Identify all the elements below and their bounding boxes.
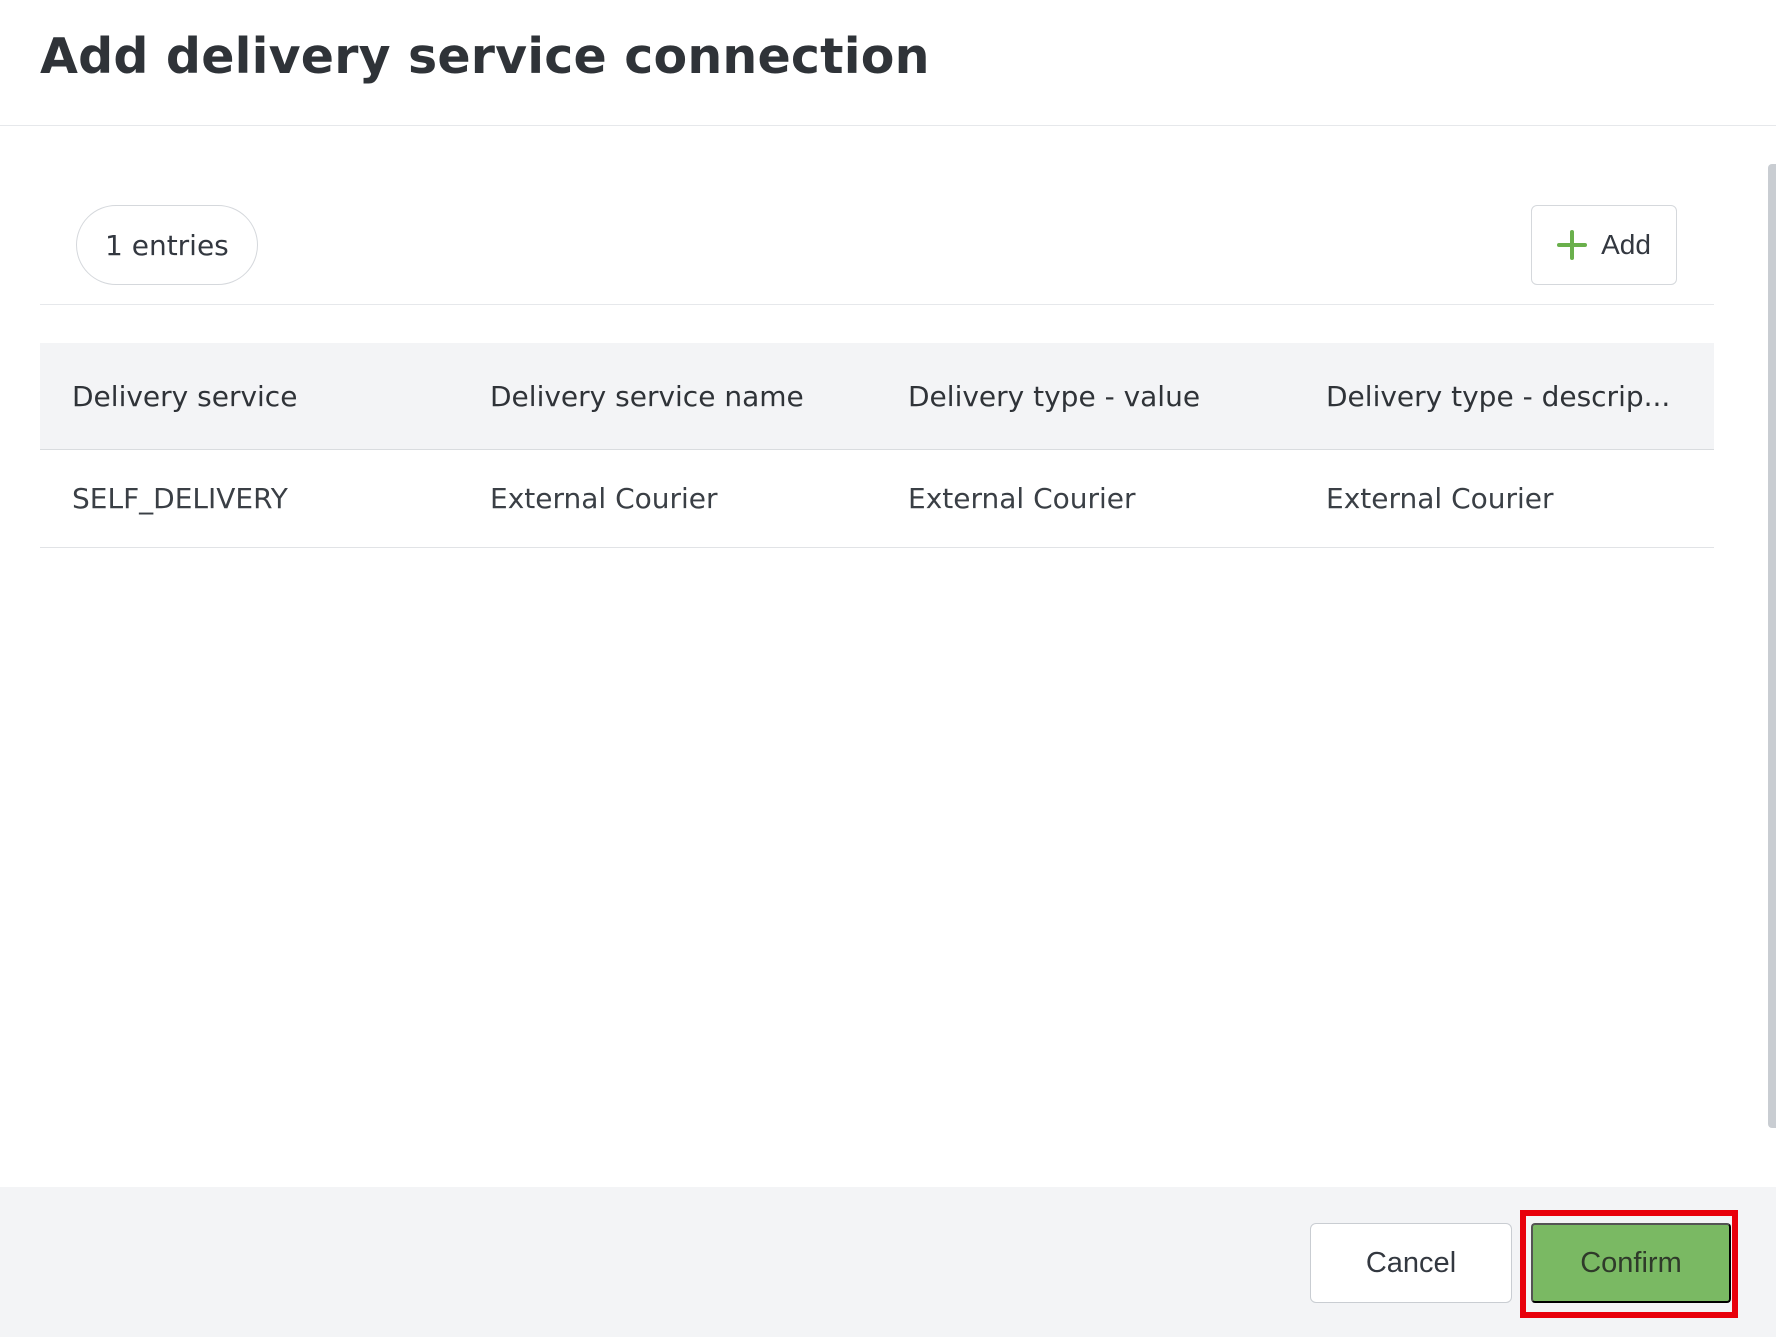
table-header-row: Delivery service Delivery service name D… xyxy=(40,343,1714,450)
cell-delivery-type-value: External Courier xyxy=(908,482,1136,515)
entries-count-badge: 1 entries xyxy=(76,205,258,285)
table-row[interactable]: SELF_DELIVERY External Courier External … xyxy=(40,450,1714,548)
dialog-body: 1 entries Add Delivery service Delivery … xyxy=(0,127,1776,1187)
confirm-button[interactable]: Confirm xyxy=(1531,1223,1731,1303)
plus-icon xyxy=(1557,230,1588,260)
column-header-delivery-service[interactable]: Delivery service xyxy=(40,380,458,413)
cell-delivery-service-name: External Courier xyxy=(490,482,718,515)
cell-delivery-service: SELF_DELIVERY xyxy=(72,482,288,515)
add-delivery-service-dialog: Add delivery service connection 1 entrie… xyxy=(0,0,1776,1337)
cancel-button[interactable]: Cancel xyxy=(1310,1223,1512,1303)
vertical-scrollbar[interactable] xyxy=(1768,164,1776,1128)
cell-delivery-type-description: External Courier xyxy=(1326,482,1554,515)
delivery-services-table: Delivery service Delivery service name D… xyxy=(40,343,1714,548)
dialog-footer: Cancel Confirm xyxy=(0,1187,1776,1337)
column-header-delivery-service-name[interactable]: Delivery service name xyxy=(458,380,876,413)
add-button-label: Add xyxy=(1601,229,1651,260)
column-header-delivery-type-value[interactable]: Delivery type - value xyxy=(876,380,1294,413)
column-header-delivery-type-description[interactable]: Delivery type - descrip... xyxy=(1294,380,1712,413)
table-toolbar: 1 entries Add xyxy=(40,205,1714,305)
dialog-title: Add delivery service connection xyxy=(40,28,930,85)
add-button[interactable]: Add xyxy=(1531,205,1677,285)
dialog-header: Add delivery service connection xyxy=(0,0,1776,126)
